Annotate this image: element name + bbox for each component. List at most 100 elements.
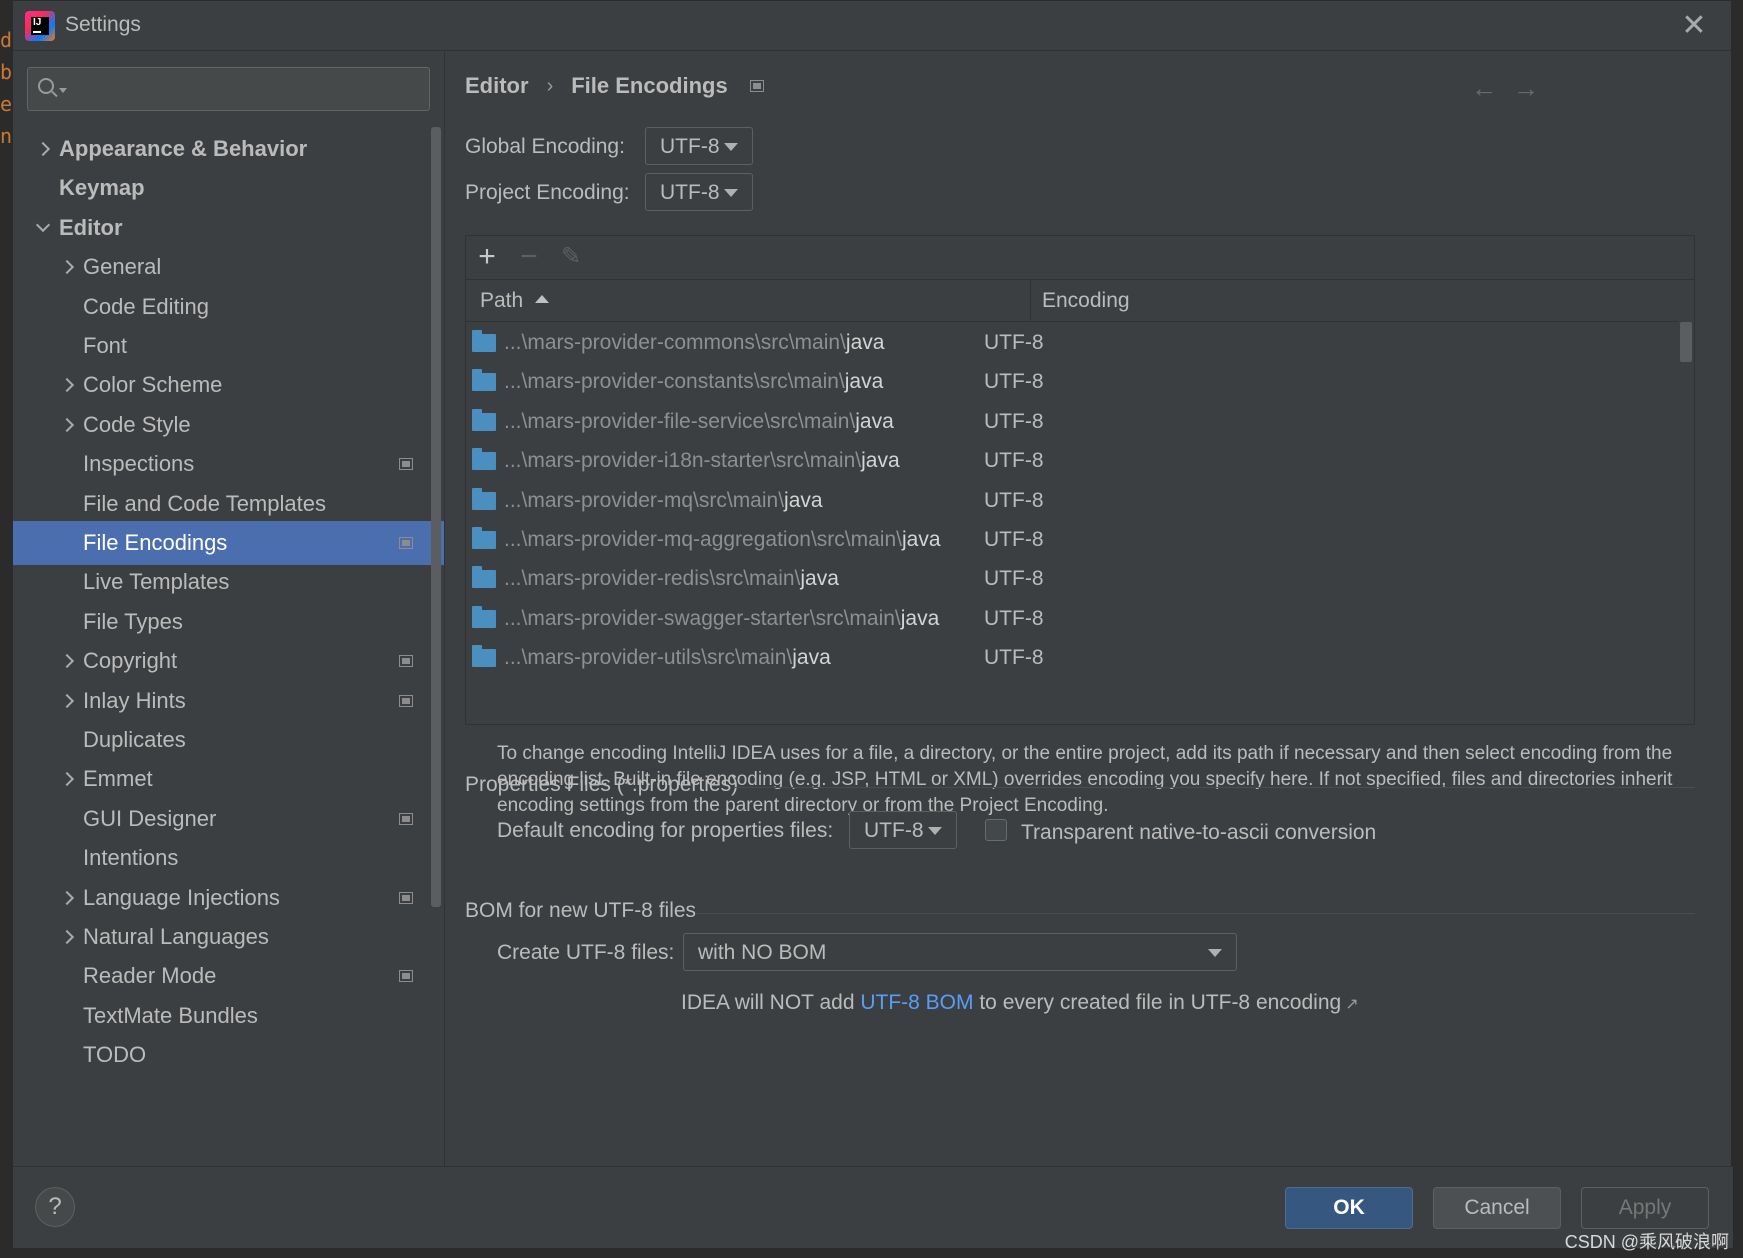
chevron-right-icon[interactable] [61,261,73,273]
sidebar-item[interactable]: TODO [13,1033,444,1077]
sidebar-item[interactable]: Natural Languages [13,915,444,959]
encoding-cell: UTF-8 [984,370,1044,394]
folder-icon [472,527,496,549]
chevron-right-icon[interactable] [61,695,73,707]
remove-icon[interactable]: − [514,242,544,272]
sidebar-item-label: Code Style [83,411,191,437]
chevron-down-icon[interactable] [37,222,49,234]
encoding-cell: UTF-8 [984,409,1044,433]
ok-button[interactable]: OK [1285,1187,1413,1229]
sidebar-item[interactable]: Language Injections [13,876,444,920]
sidebar-item-label: General [83,254,162,280]
sidebar-item[interactable]: GUI Designer [13,797,444,841]
settings-sidebar: Appearance & Behavior Keymap Editor General… [13,51,445,1166]
sidebar-item-label: Editor [59,214,123,240]
sidebar-item[interactable]: Intentions [13,836,444,880]
encoding-cell: UTF-8 [984,331,1044,354]
chevron-right-icon[interactable] [61,419,73,431]
utf8-bom-link[interactable]: UTF-8 BOM [860,991,973,1014]
bom-group-title: BOM for new UTF-8 files [465,899,697,922]
table-row[interactable]: ...\mars-provider-i18n-starter\src\main\… [466,442,1678,482]
cancel-button[interactable]: Cancel [1433,1187,1561,1229]
breadcrumb-editor[interactable]: Editor [465,73,529,99]
sidebar-item[interactable]: Editor [13,206,444,250]
sidebar-item-label: TODO [83,1042,147,1068]
table-row[interactable]: ...\mars-provider-utils\src\main\java UTF… [466,639,1678,679]
column-header-path[interactable]: Path [480,289,550,313]
table-row[interactable]: ...\mars-provider-file-service\src\main\… [466,403,1678,443]
table-scrollbar[interactable] [1680,322,1692,362]
sidebar-item[interactable]: File Encodings [13,521,444,565]
edit-icon[interactable]: ✎ [556,242,586,272]
sidebar-item[interactable]: File Types [13,600,444,644]
sidebar-item[interactable]: File and Code Templates [13,482,444,526]
search-history-dropdown-icon[interactable] [59,88,67,93]
chevron-right-icon[interactable] [61,379,73,391]
path-cell: ...\mars-provider-mq\src\main\java [504,488,823,512]
sidebar-item[interactable]: Code Editing [13,285,444,329]
table-row[interactable]: ...\mars-provider-constants\src\main\jav… [466,363,1678,403]
table-row[interactable]: ...\mars-provider-mq\src\main\java UTF-8 [466,482,1678,522]
sidebar-item[interactable]: Copyright [13,639,444,683]
transparent-conversion-checkbox[interactable] [985,819,1007,841]
sidebar-item[interactable]: Font [13,324,444,368]
path-cell: ...\mars-provider-swagger-starter\src\ma… [504,606,940,630]
properties-group-title: Properties Files (*.properties) [465,773,739,796]
sidebar-item[interactable]: TextMate Bundles [13,994,444,1038]
sidebar-item-label: Emmet [83,766,153,792]
project-scope-icon [399,537,413,549]
sidebar-item[interactable]: Keymap [13,166,444,210]
folder-icon [472,408,496,431]
sidebar-item[interactable]: Duplicates [13,718,444,762]
chevron-right-icon[interactable] [61,892,73,904]
sidebar-item-label: File Encodings [83,530,228,555]
properties-encoding-value: UTF-8 [864,819,924,842]
apply-button[interactable]: Apply [1581,1187,1709,1229]
back-arrow-icon[interactable]: ← [1471,73,1497,104]
path-cell: ...\mars-provider-i18n-starter\src\main\… [504,449,900,473]
sidebar-item-label: Natural Languages [83,924,269,949]
sidebar-scrollbar[interactable] [431,127,441,907]
project-encoding-select[interactable]: UTF-8 [645,173,753,211]
path-cell: ...\mars-provider-utils\src\main\java [504,646,831,670]
table-row[interactable]: ...\mars-provider-commons\src\main\java U… [466,324,1678,364]
project-scope-icon [399,891,413,904]
sidebar-item[interactable]: Color Scheme [13,363,444,407]
sidebar-item[interactable]: Reader Mode [13,954,444,998]
path-cell: ...\mars-provider-commons\src\main\java [504,331,885,354]
table-row[interactable]: ...\mars-provider-mq-aggregation\src\mai… [466,521,1678,561]
global-encoding-select[interactable]: UTF-8 [645,127,753,165]
sidebar-item-label: Language Injections [83,884,280,910]
sidebar-item[interactable]: Live Templates [13,560,444,604]
help-button[interactable]: ? [35,1187,75,1227]
settings-dialog: IJ Settings ✕ Appearance & Behavior Keyma… [12,0,1733,1248]
encoding-cell: UTF-8 [984,567,1044,591]
close-icon[interactable]: ✕ [1681,11,1707,41]
add-icon[interactable]: + [472,242,502,272]
chevron-right-icon[interactable] [61,931,73,943]
table-row[interactable]: ...\mars-provider-swagger-starter\src\ma… [466,600,1678,640]
chevron-right-icon[interactable] [61,773,73,785]
forward-arrow-icon[interactable]: → [1513,73,1539,104]
transparent-conversion-label[interactable]: Transparent native-to-ascii conversion [1021,821,1376,845]
encoding-cell: UTF-8 [984,528,1044,551]
breadcrumb-file-encodings: File Encodings [571,73,728,98]
global-encoding-value: UTF-8 [660,135,720,158]
breadcrumb-separator: › [546,74,554,97]
sidebar-item[interactable]: Inlay Hints [13,679,444,723]
search-input[interactable] [27,67,430,111]
sidebar-item[interactable]: Emmet [13,757,444,801]
sidebar-item[interactable]: General [13,245,444,289]
create-utf8-select[interactable]: with NO BOM [683,933,1237,971]
search-icon [38,78,54,94]
chevron-right-icon[interactable] [61,655,73,667]
table-row[interactable]: ...\mars-provider-redis\src\main\java UTF… [466,560,1678,600]
properties-encoding-select[interactable]: UTF-8 [849,811,957,849]
project-encoding-label: Project Encoding: [465,181,630,204]
column-header-encoding[interactable]: Encoding [1042,289,1130,313]
chevron-down-icon [724,143,738,151]
sidebar-item[interactable]: Code Style [13,403,444,447]
chevron-right-icon[interactable] [37,143,49,155]
sidebar-item[interactable]: Inspections [13,442,444,486]
sidebar-item[interactable]: Appearance & Behavior [13,127,444,171]
